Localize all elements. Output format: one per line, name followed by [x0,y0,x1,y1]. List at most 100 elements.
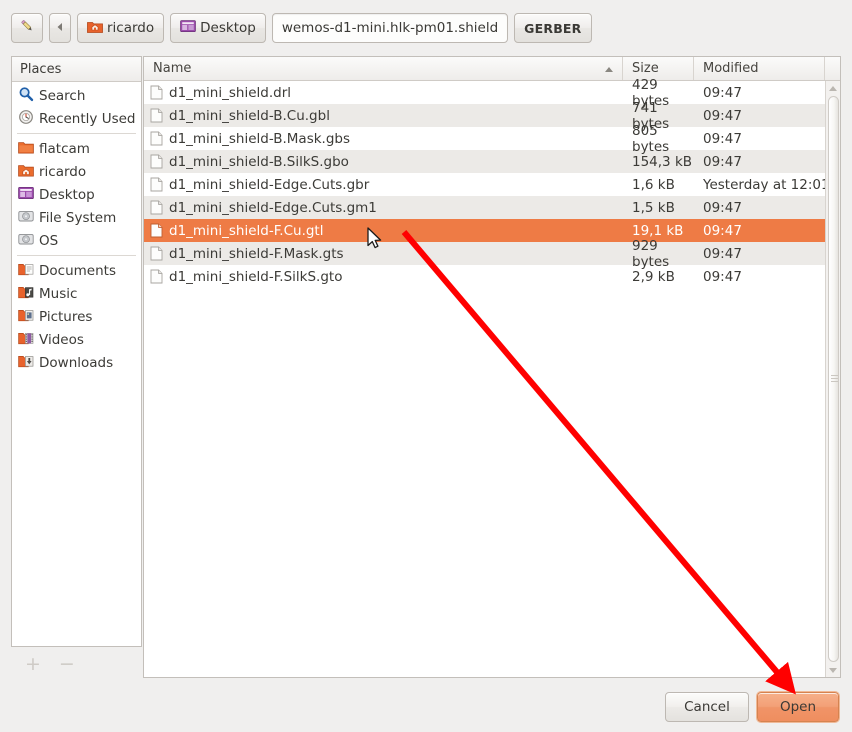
sidebar-item-label: Downloads [39,354,114,371]
file-name-cell: d1_mini_shield-B.Mask.gbs [144,131,623,147]
sidebar-item-os[interactable]: OS [12,229,141,252]
file-name: d1_mini_shield-B.Mask.gbs [169,130,351,147]
column-header-modified[interactable]: Modified [694,57,825,80]
table-row[interactable]: d1_mini_shield-F.SilkS.gto 2,9 kB 09:47 [144,265,840,288]
recent-clock-icon [18,109,34,129]
drive-icon [18,232,34,250]
file-modified: Yesterday at 12:01 [703,176,830,193]
breadcrumb-ricardo[interactable]: ricardo [77,13,165,43]
file-name: d1_mini_shield-F.Cu.gtl [169,222,324,239]
vertical-scrollbar[interactable] [825,81,840,677]
file-icon [150,177,163,192]
sidebar-item-label: ricardo [39,163,87,180]
table-row[interactable]: d1_mini_shield-F.Mask.gts 929 bytes 09:4… [144,238,840,270]
sidebar-item-label: File System [39,209,117,226]
file-chooser-dialog: ricardo Desktop wemos-d1-mini.hlk-pm01.s… [0,0,852,732]
table-row[interactable]: d1_mini_shield-B.Cu.gbl 741 bytes 09:47 [144,100,840,132]
file-name-cell: d1_mini_shield-F.Cu.gtl [144,223,623,239]
file-list-pane: Name Size Modified d1_mini_shield.drl 42… [143,56,841,678]
sidebar-item-label: Documents [39,262,116,279]
path-previous-button[interactable] [49,13,71,43]
table-row[interactable]: d1_mini_shield-B.SilkS.gbo 154,3 kB 09:4… [144,150,840,173]
file-icon [150,85,163,100]
sidebar-item-ricardo[interactable]: ricardo [12,160,141,183]
file-modified: 09:47 [703,153,742,170]
file-modified: 09:47 [703,268,742,285]
sidebar-item-recently-used[interactable]: Recently Used [12,107,141,130]
sidebar-item-label: flatcam [39,140,90,157]
sidebar-item-label: Music [39,285,78,302]
file-icon [150,246,163,261]
pictures-folder-icon [18,308,34,326]
file-icon [150,108,163,123]
sidebar-item-videos[interactable]: Videos [12,328,141,351]
folder-icon [18,140,34,158]
sidebar-item-label: Recently Used [39,110,136,127]
sidebar-item-desktop[interactable]: Desktop [12,183,141,206]
breadcrumb-desktop[interactable]: Desktop [170,13,266,43]
scrollbar-thumb[interactable] [828,96,839,662]
sidebar-item-flatcam[interactable]: flatcam [12,137,141,160]
home-folder-icon [18,163,34,181]
places-footer: + − [11,651,142,677]
column-header-name-label: Name [153,61,192,76]
cancel-button[interactable]: Cancel [665,692,749,722]
table-row[interactable]: d1_mini_shield-Edge.Cuts.gm1 1,5 kB 09:4… [144,196,840,219]
file-size: 19,1 kB [632,222,684,239]
file-modified: 09:47 [703,107,742,124]
sidebar-item-downloads[interactable]: Downloads [12,351,141,374]
column-header-size[interactable]: Size [623,57,694,80]
sidebar-separator [17,133,136,134]
sidebar-item-label: Search [39,87,86,104]
file-name-cell: d1_mini_shield-Edge.Cuts.gm1 [144,200,623,216]
sidebar-item-documents[interactable]: Documents [12,259,141,282]
file-name-cell: d1_mini_shield-F.Mask.gts [144,246,623,262]
remove-bookmark-button[interactable]: − [59,654,75,674]
open-button-label: Open [779,699,817,715]
column-header-name[interactable]: Name [144,57,623,80]
file-name: d1_mini_shield-B.Cu.gbl [169,107,330,124]
file-icon [150,269,163,284]
sidebar-item-pictures[interactable]: Pictures [12,305,141,328]
file-name: d1_mini_shield-Edge.Cuts.gm1 [169,199,377,216]
places-sidebar: Places Search Recently Used flatcam rica… [11,56,142,647]
file-modified: 09:47 [703,199,742,216]
file-name-cell: d1_mini_shield-B.SilkS.gbo [144,154,623,170]
videos-folder-icon [18,331,34,349]
sidebar-item-music[interactable]: Music [12,282,141,305]
file-name-cell: d1_mini_shield-F.SilkS.gto [144,269,623,285]
table-row[interactable]: d1_mini_shield-B.Mask.gbs 805 bytes 09:4… [144,123,840,155]
dialog-footer: Cancel Open [0,688,852,732]
breadcrumb-label: ricardo [107,20,155,36]
sidebar-item-label: Pictures [39,308,93,325]
scroll-down-button[interactable] [826,663,840,677]
cancel-button-label: Cancel [684,699,730,715]
file-name: d1_mini_shield-Edge.Cuts.gbr [169,176,370,193]
file-list-header: Name Size Modified [144,57,840,81]
file-rows: d1_mini_shield.drl 429 bytes 09:47 d1_mi… [144,77,840,288]
pencil-icon [18,17,36,39]
chevron-left-icon [56,20,64,36]
open-button[interactable]: Open [756,691,840,723]
sidebar-item-label: OS [39,232,59,249]
file-icon [150,200,163,215]
file-icon [150,131,163,146]
breadcrumb-label: wemos-d1-mini.hlk-pm01.shield [281,20,499,36]
edit-location-button[interactable] [11,13,43,43]
add-bookmark-button[interactable]: + [25,654,41,674]
sidebar-item-file-system[interactable]: File System [12,206,141,229]
file-name-cell: d1_mini_shield.drl [144,85,623,101]
breadcrumb-current-folder[interactable]: wemos-d1-mini.hlk-pm01.shield [271,13,509,43]
drive-icon [18,209,34,227]
file-modified: 09:47 [703,84,742,101]
file-type-filter-button[interactable]: GERBER [514,13,592,43]
desktop-folder-icon [180,19,196,37]
sidebar-item-search[interactable]: Search [12,84,141,107]
sidebar-item-label: Videos [39,331,84,348]
chevron-down-icon [829,667,837,673]
scroll-up-button[interactable] [826,81,840,95]
table-row[interactable]: d1_mini_shield-Edge.Cuts.gbr 1,6 kB Yest… [144,173,840,196]
table-row-selected[interactable]: d1_mini_shield-F.Cu.gtl 19,1 kB 09:47 [144,219,840,242]
file-size: 154,3 kB [632,153,693,170]
table-row[interactable]: d1_mini_shield.drl 429 bytes 09:47 [144,77,840,109]
